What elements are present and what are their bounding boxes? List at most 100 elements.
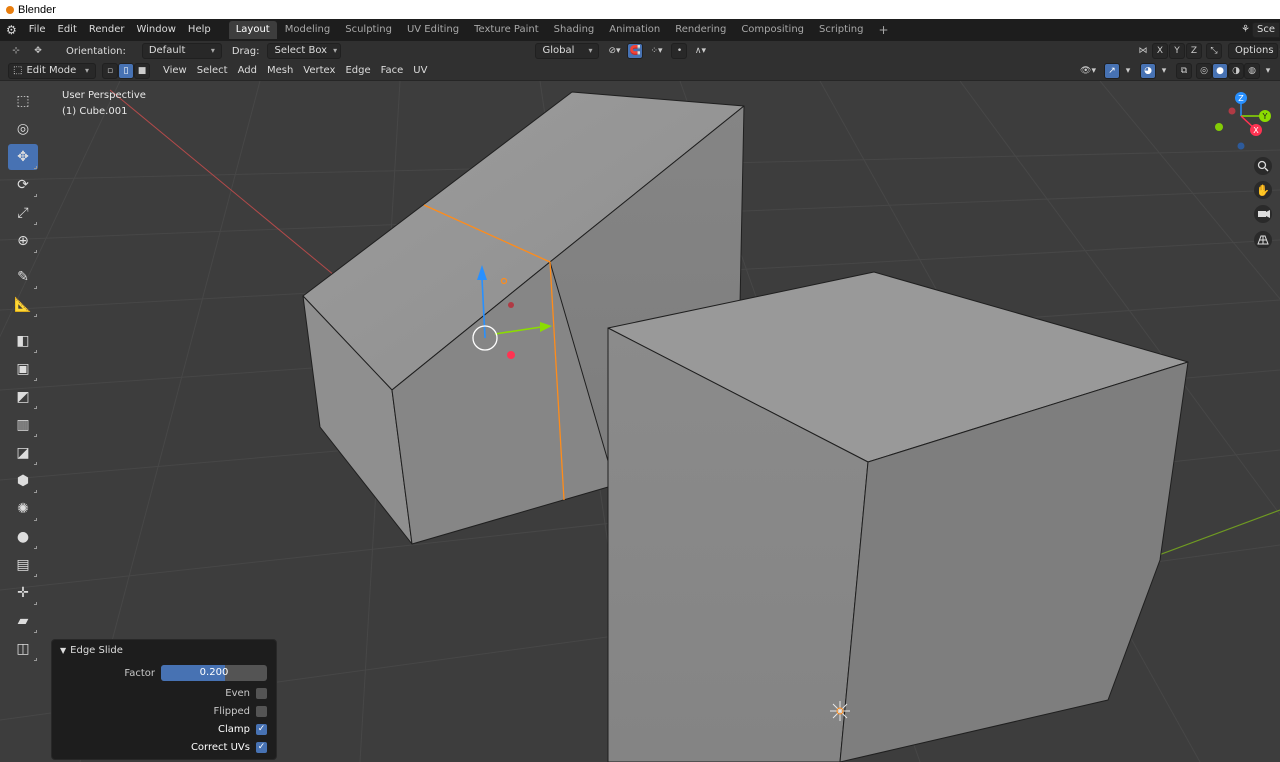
mesh-cube[interactable]: [607, 271, 1189, 762]
overlays-dropdown-icon[interactable]: ▾: [1156, 63, 1172, 79]
vertex-select-icon[interactable]: ▫: [102, 62, 118, 79]
menu-select[interactable]: Select: [192, 61, 233, 81]
mirror-x-button[interactable]: X: [1152, 43, 1168, 59]
scene-icon[interactable]: ⚘: [1239, 19, 1252, 41]
tool-variants-indicator: [34, 658, 37, 661]
blender-menu-icon[interactable]: ⚙: [0, 19, 23, 41]
even-checkbox[interactable]: [256, 687, 267, 699]
snap-target-icon[interactable]: ⁘▾: [645, 43, 667, 59]
rotate-tool[interactable]: ⟳: [8, 172, 38, 198]
clamp-checkbox[interactable]: ✓: [256, 723, 267, 735]
flipped-checkbox[interactable]: [256, 705, 267, 717]
menu-render[interactable]: Render: [83, 19, 131, 41]
editor-mode-dropdown[interactable]: ⬚ Edit Mode ▾: [8, 62, 96, 79]
snap-toggle-icon[interactable]: 🧲: [627, 43, 644, 59]
loop-cut-tool[interactable]: ▥: [8, 412, 38, 438]
mirror-z-button[interactable]: Z: [1186, 43, 1202, 59]
cursor-tool[interactable]: ◎: [8, 116, 38, 142]
tab-uv-editing[interactable]: UV Editing: [400, 21, 466, 39]
move-tool[interactable]: ✥: [8, 144, 38, 170]
shading-rendered-icon[interactable]: ◍: [1244, 62, 1260, 79]
edge-select-icon[interactable]: ▯: [118, 62, 134, 79]
annotate-tool[interactable]: ✎: [8, 264, 38, 290]
transform-pivot-icon[interactable]: ⊹: [8, 43, 24, 59]
smooth-tool[interactable]: ●: [8, 524, 38, 550]
menu-uv[interactable]: UV: [408, 61, 432, 81]
perspective-toggle-icon[interactable]: [1254, 231, 1272, 248]
shading-material-icon[interactable]: ◑: [1228, 62, 1244, 79]
menu-help[interactable]: Help: [182, 19, 217, 41]
scene-selector[interactable]: Sce: [1252, 22, 1280, 38]
spin-tool[interactable]: ✺: [8, 496, 38, 522]
gizmo-neg-x-icon[interactable]: [1228, 107, 1236, 115]
measure-tool[interactable]: 📐: [8, 292, 38, 318]
factor-slider[interactable]: 0.200: [161, 665, 267, 681]
shrink-fatten-tool[interactable]: ✛: [8, 580, 38, 606]
proportional-edit-icon[interactable]: •: [671, 43, 688, 59]
tab-rendering[interactable]: Rendering: [668, 21, 733, 39]
add-workspace-icon[interactable]: +: [871, 21, 895, 39]
tab-shading[interactable]: Shading: [547, 21, 602, 39]
mesh-symmetry-icon[interactable]: ⤡: [1206, 43, 1222, 59]
tab-modeling[interactable]: Modeling: [278, 21, 338, 39]
xray-toggle-icon[interactable]: ⧉: [1176, 62, 1192, 79]
tab-scripting[interactable]: Scripting: [812, 21, 870, 39]
tool-variants-indicator: [34, 546, 37, 549]
view-name: User Perspective: [62, 90, 146, 101]
mirror-icon[interactable]: ⋈: [1135, 43, 1151, 59]
tab-texture-paint[interactable]: Texture Paint: [467, 21, 546, 39]
menu-add[interactable]: Add: [233, 61, 262, 81]
menu-file[interactable]: File: [23, 19, 52, 41]
options-dropdown[interactable]: Options▾: [1228, 43, 1280, 59]
transform-tool[interactable]: ⊕: [8, 228, 38, 254]
tab-compositing[interactable]: Compositing: [734, 21, 811, 39]
poly-build-tool[interactable]: ⬢: [8, 468, 38, 494]
camera-view-icon[interactable]: [1254, 205, 1272, 223]
pan-hand-icon[interactable]: ✋: [1254, 181, 1272, 199]
falloff-icon[interactable]: ∧▾: [689, 43, 711, 59]
menu-edge[interactable]: Edge: [340, 61, 375, 81]
show-gizmo-icon[interactable]: ↗: [1104, 62, 1120, 79]
factor-value: 0.200: [199, 667, 229, 678]
menu-mesh[interactable]: Mesh: [262, 61, 298, 81]
gizmo-neg-y-icon[interactable]: [1215, 123, 1223, 131]
shading-wireframe-icon[interactable]: ◎: [1196, 62, 1212, 79]
pivot-point-icon[interactable]: ⊘▾: [603, 43, 625, 59]
shear-tool[interactable]: ▰: [8, 608, 38, 634]
menu-view[interactable]: View: [158, 61, 192, 81]
transform-orientation-dropdown[interactable]: Global ▾: [535, 43, 600, 59]
scale-tool[interactable]: ⤢: [8, 200, 38, 226]
orientation-dropdown[interactable]: Default ▾: [141, 43, 222, 59]
light-object-icon[interactable]: [830, 701, 850, 721]
tool-variants-indicator: [34, 434, 37, 437]
bevel-tool[interactable]: ◩: [8, 384, 38, 410]
tab-animation[interactable]: Animation: [602, 21, 667, 39]
collapse-arrow-icon[interactable]: ▼: [60, 646, 66, 655]
panel-header[interactable]: ▼ Edge Slide: [52, 640, 276, 662]
tab-sculpting[interactable]: Sculpting: [338, 21, 399, 39]
face-select-icon[interactable]: ■: [134, 62, 150, 79]
knife-tool[interactable]: ◪: [8, 440, 38, 466]
menu-window[interactable]: Window: [130, 19, 181, 41]
menu-vertex[interactable]: Vertex: [298, 61, 340, 81]
select-box-tool[interactable]: ⬚: [8, 88, 38, 114]
tab-layout[interactable]: Layout: [228, 21, 277, 39]
menu-face[interactable]: Face: [376, 61, 409, 81]
drag-label: Drag:: [231, 45, 260, 57]
zoom-icon[interactable]: [1254, 157, 1272, 175]
move-mode-icon[interactable]: ✥: [30, 43, 46, 59]
inset-faces-tool[interactable]: ▣: [8, 356, 38, 382]
visibility-icon[interactable]: 👁▾: [1076, 63, 1100, 79]
gizmo-dropdown-icon[interactable]: ▾: [1120, 63, 1136, 79]
gizmo-neg-z-icon[interactable]: [1237, 142, 1245, 150]
correct-uvs-checkbox[interactable]: ✓: [256, 741, 267, 753]
extrude-region-tool[interactable]: ◧: [8, 328, 38, 354]
drag-dropdown[interactable]: Select Box ▾: [267, 43, 342, 59]
mirror-y-button[interactable]: Y: [1169, 43, 1185, 59]
menu-edit[interactable]: Edit: [52, 19, 83, 41]
edge-slide-tool[interactable]: ▤: [8, 552, 38, 578]
shading-solid-icon[interactable]: ●: [1212, 62, 1228, 79]
rip-region-tool[interactable]: ◫: [8, 636, 38, 662]
shading-dropdown-icon[interactable]: ▾: [1260, 63, 1276, 79]
show-overlays-icon[interactable]: ◕: [1140, 62, 1156, 79]
